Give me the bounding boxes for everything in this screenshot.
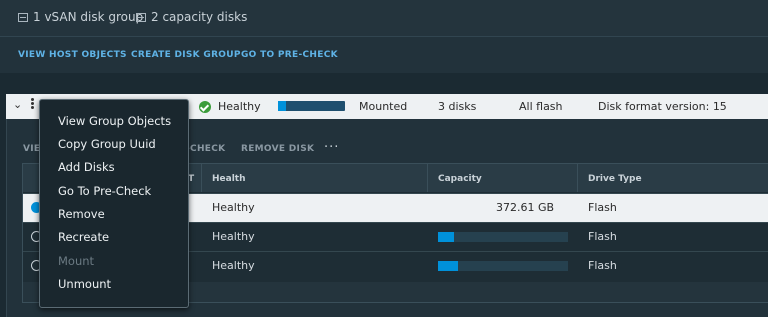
capacity-bar-fill: [278, 101, 287, 111]
create-disk-group-link[interactable]: CREATE DISK GROUP: [131, 50, 241, 60]
column-divider: [427, 164, 428, 192]
more-actions-icon[interactable]: ···: [324, 140, 339, 155]
row-health: Healthy: [212, 230, 255, 243]
disk-group-icon: [18, 12, 28, 22]
column-header-capacity[interactable]: Capacity: [438, 174, 482, 184]
disk-group-health: Healthy: [218, 100, 261, 113]
capacity-bar-fill: [438, 261, 458, 271]
row-health: Healthy: [212, 201, 255, 214]
chevron-down-icon[interactable]: ⌄: [13, 98, 23, 111]
disk-group-count: 1 vSAN disk group: [18, 10, 143, 24]
column-header-drive-type[interactable]: Drive Type: [588, 174, 642, 184]
column-divider: [201, 164, 202, 192]
row-drive-type: Flash: [588, 230, 617, 243]
view-host-objects-link[interactable]: VIEW HOST OBJECTS: [18, 50, 127, 60]
precheck-action[interactable]: -CHECK: [186, 144, 225, 154]
column-header-health[interactable]: Health: [212, 174, 246, 184]
kebab-menu-icon[interactable]: [29, 97, 35, 111]
capacity-disks-icon: [136, 12, 146, 22]
row-health: Healthy: [212, 259, 255, 272]
menu-item-recreate[interactable]: Recreate: [58, 230, 109, 244]
remove-disk-action[interactable]: REMOVE DISK: [241, 144, 314, 154]
menu-item-view-group-objects[interactable]: View Group Objects: [58, 114, 171, 128]
disk-group-capacity-bar: [278, 101, 345, 111]
disk-group-disk-count: 3 disks: [438, 100, 477, 113]
disk-group-count-label: 1 vSAN disk group: [33, 10, 144, 24]
capacity-disk-count-label: 2 capacity disks: [151, 10, 248, 24]
go-to-precheck-link[interactable]: GO TO PRE-CHECK: [241, 50, 338, 60]
row-drive-type: Flash: [588, 259, 617, 272]
row-capacity-bar: [438, 261, 568, 271]
capacity-disk-count: 2 capacity disks: [136, 10, 247, 24]
disk-format-version: Disk format version: 15: [598, 100, 727, 113]
row-drive-type: Flash: [588, 201, 617, 214]
menu-item-go-to-precheck[interactable]: Go To Pre-Check: [58, 184, 151, 198]
column-divider: [577, 164, 578, 192]
disk-group-state: Mounted: [359, 100, 408, 113]
row-capacity: 372.61 GB: [496, 201, 555, 214]
healthy-check-icon: [199, 101, 211, 113]
menu-item-copy-group-uuid[interactable]: Copy Group Uuid: [58, 137, 156, 151]
capacity-bar-fill: [438, 232, 454, 242]
menu-item-add-disks[interactable]: Add Disks: [58, 160, 115, 174]
menu-item-remove[interactable]: Remove: [58, 207, 105, 221]
menu-item-unmount[interactable]: Unmount: [58, 277, 111, 291]
separator: [0, 74, 768, 94]
row-capacity-bar: [438, 232, 568, 242]
menu-item-mount: Mount: [58, 254, 95, 268]
disk-group-type: All flash: [519, 100, 563, 113]
